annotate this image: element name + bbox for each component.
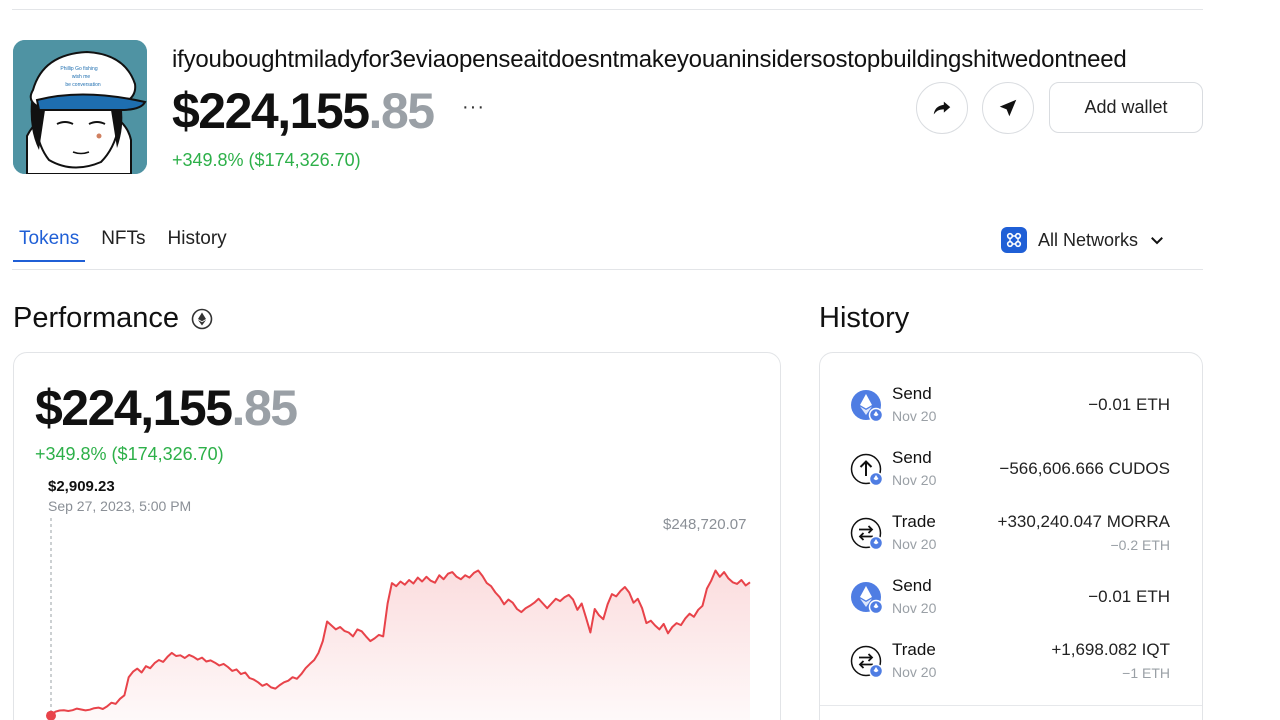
wallet-tabs: Tokens NFTs History <box>13 228 243 262</box>
history-type: Trade <box>892 512 936 531</box>
history-date: Nov 20 <box>892 472 937 488</box>
history-sub-amount: −0.2 ETH <box>1110 537 1170 553</box>
wallet-avatar: Phillip Go fishing wish me be conversati… <box>13 40 147 174</box>
history-title: History <box>819 302 910 334</box>
chart-area-fill <box>51 570 750 720</box>
history-item[interactable]: Trade Nov 20 +1,698.082 IQT −1 ETH <box>820 631 1202 695</box>
paper-plane-icon <box>999 99 1017 117</box>
svg-text:be conversation: be conversation <box>65 82 101 88</box>
history-card: Send Nov 20 −0.01 ETH Send Nov 20 −566,6… <box>819 352 1203 720</box>
chevron-down-icon <box>1151 237 1163 245</box>
performance-card: $224,155.85 +349.8% ($174,326.70) $2,909… <box>13 352 781 720</box>
tab-history[interactable]: History <box>162 228 233 262</box>
history-date: Nov 20 <box>892 600 937 616</box>
history-type: Trade <box>892 640 936 659</box>
performance-chart[interactable] <box>14 353 781 720</box>
history-amount: −0.01 ETH <box>1088 395 1170 414</box>
history-amount: −0.01 ETH <box>1088 587 1170 606</box>
ethereum-info-icon[interactable] <box>191 308 213 330</box>
history-date: Nov 20 <box>892 408 937 424</box>
top-divider <box>12 9 1203 10</box>
send-button[interactable] <box>982 82 1034 134</box>
balance-main: $224,155 <box>172 83 370 139</box>
network-selector-label: All Networks <box>1038 229 1139 250</box>
tabs-divider <box>12 269 1203 270</box>
history-item[interactable]: Trade Nov 20 +330,240.047 MORRA −0.2 ETH <box>820 503 1202 567</box>
share-button[interactable] <box>916 82 968 134</box>
more-options-button[interactable]: ··· <box>462 96 485 119</box>
balance-cents: .85 <box>368 83 436 139</box>
history-item[interactable]: Send Nov 20 −0.01 ETH <box>820 375 1202 439</box>
history-item[interactable]: Send Nov 20 −566,606.666 CUDOS <box>820 439 1202 503</box>
tab-tokens[interactable]: Tokens <box>13 228 86 262</box>
trade-arrows-icon <box>850 645 884 679</box>
performance-heading: Performance <box>13 302 213 335</box>
ethereum-icon <box>851 390 884 423</box>
trade-arrows-icon <box>850 517 884 551</box>
share-arrow-icon <box>933 101 951 115</box>
history-date: Nov 20 <box>892 664 937 680</box>
history-item[interactable]: Send Nov 20 −0.01 ETH <box>820 567 1202 631</box>
balance-change: +349.8% ($174,326.70) <box>172 150 361 170</box>
tab-nfts[interactable]: NFTs <box>95 228 151 262</box>
network-grid-icon <box>1001 227 1027 253</box>
svg-text:Phillip Go fishing: Phillip Go fishing <box>60 66 97 72</box>
history-date: Nov 20 <box>892 536 937 552</box>
history-amount: +1,698.082 IQT <box>1051 640 1170 659</box>
svg-text:wish me: wish me <box>72 74 91 80</box>
history-type: Send <box>892 384 932 403</box>
history-type: Send <box>892 448 932 467</box>
add-wallet-button[interactable]: Add wallet <box>1049 82 1203 133</box>
history-type: Send <box>892 576 932 595</box>
history-divider <box>820 705 1202 706</box>
wallet-name: ifyouboughtmiladyfor3eviaopenseaitdoesnt… <box>172 46 1127 73</box>
history-sub-amount: −1 ETH <box>1122 665 1170 681</box>
wallet-balance: $224,155.85 <box>172 82 436 140</box>
network-selector[interactable]: All Networks <box>1001 227 1166 253</box>
ethereum-icon <box>851 582 884 615</box>
history-amount: −566,606.666 CUDOS <box>999 459 1170 478</box>
history-amount: +330,240.047 MORRA <box>997 512 1170 531</box>
performance-title: Performance <box>13 302 180 334</box>
send-arrow-icon <box>850 453 884 487</box>
